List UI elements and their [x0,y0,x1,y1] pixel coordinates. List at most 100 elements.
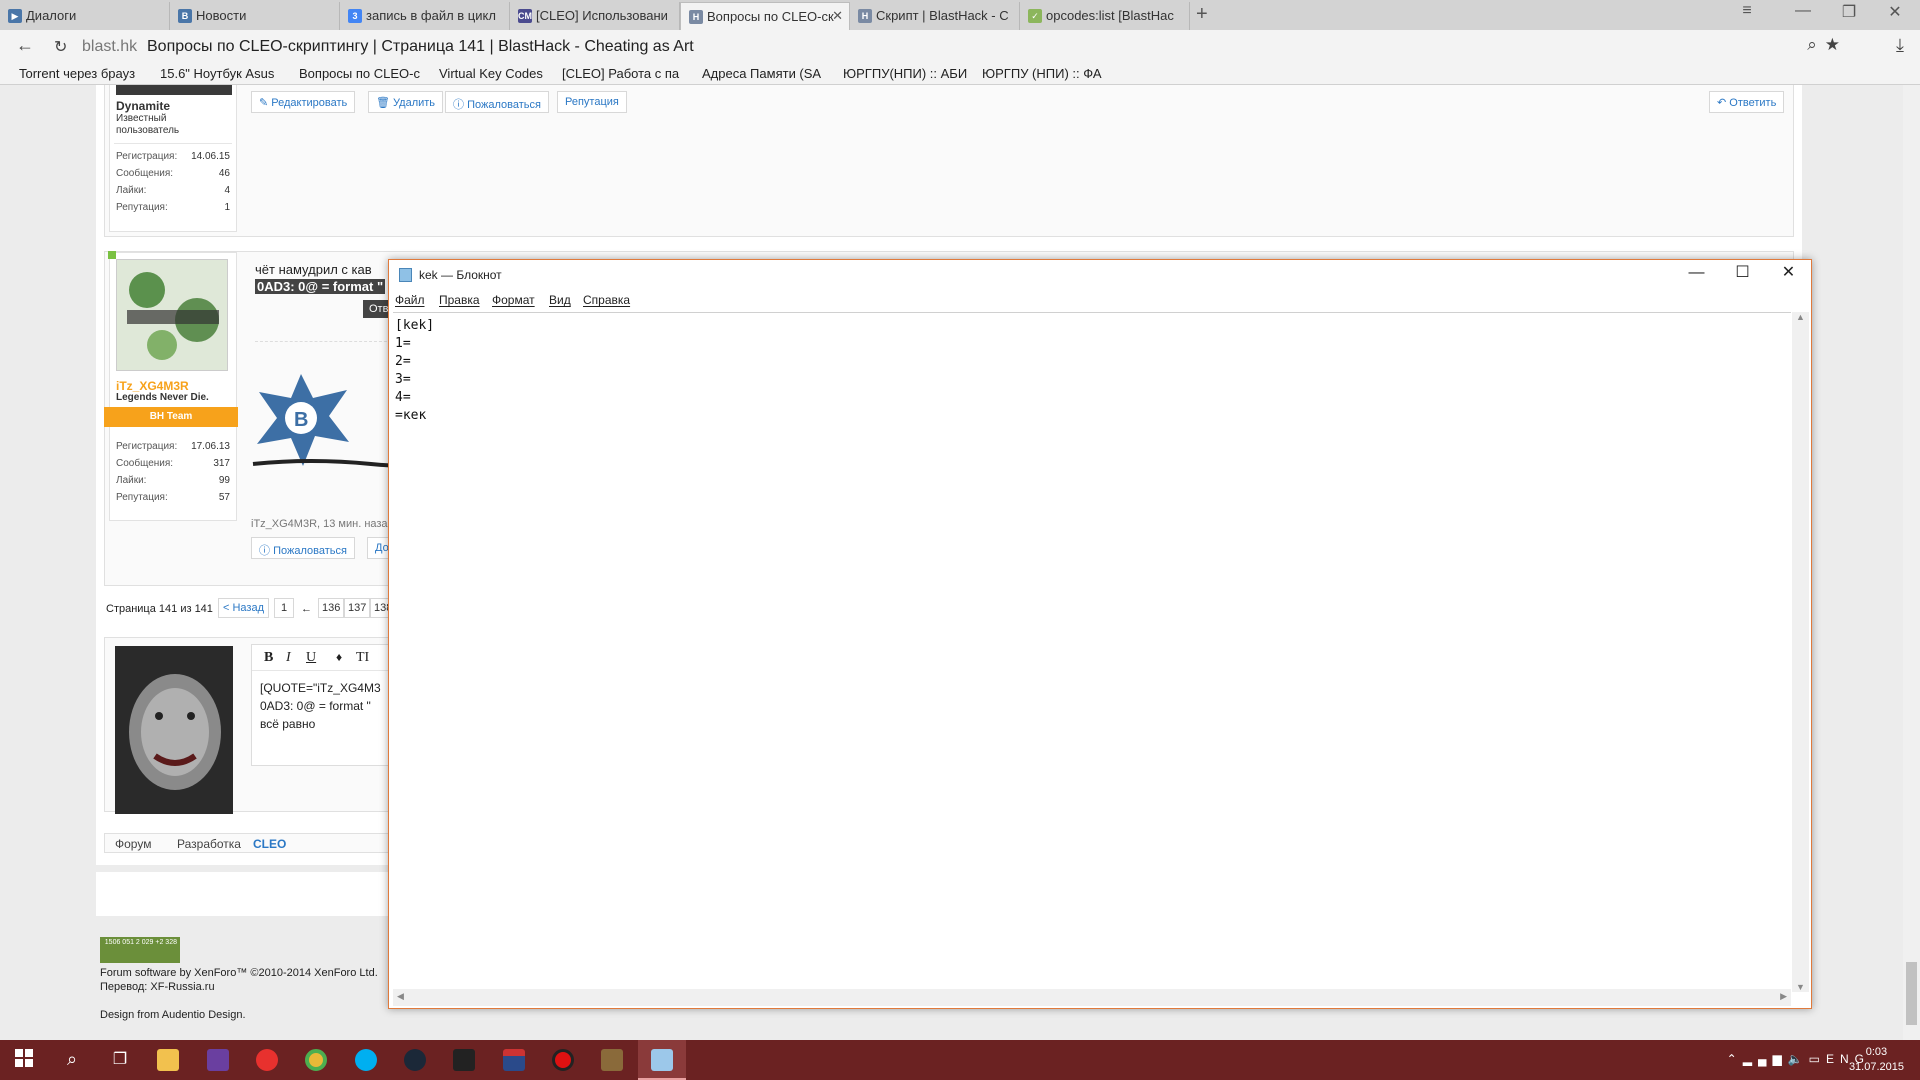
bookmark-item[interactable]: ЮРГПУ(НПИ) :: АБИ [843,66,970,81]
scrollbar-thumb[interactable] [1906,962,1917,1025]
bookmark-item[interactable]: Адреса Памяти (SA [702,66,828,81]
close-icon[interactable]: ✕ [832,8,843,24]
game-icon[interactable] [440,1040,488,1080]
footer-copyright[interactable]: Forum software by XenForo™ ©2010-2014 Xe… [100,967,378,979]
close-icon[interactable]: ✕ [1872,2,1918,22]
notepad-horizontal-scrollbar[interactable]: ◀ ▶ [393,989,1791,1006]
clock[interactable]: 0:03 31.07.2015 [1849,1045,1904,1075]
maximize-icon[interactable]: ☐ [1720,262,1765,288]
tab-script[interactable]: H Скрипт | BlastHack - C [850,2,1020,30]
stat-label: Репутация: [116,202,168,213]
bookmark-item[interactable]: [CLEO] Работа с па [562,66,690,81]
visual-studio-icon[interactable] [194,1040,242,1080]
page-link[interactable]: 137 [344,598,371,618]
minimize-icon[interactable]: — [1780,2,1826,20]
address-domain[interactable]: blast.hk [82,38,137,56]
page-scrollbar[interactable] [1903,85,1920,1040]
forum-post: Dynamite Известный пользователь Регистра… [104,85,1794,237]
yandex-icon[interactable] [243,1040,291,1080]
download-icon[interactable]: ⤓ [1896,35,1904,56]
edit-button[interactable]: ✎ Редактировать [251,91,356,113]
vk-icon: ▶ [8,9,22,23]
editor-line: [QUOTE="iTz_XG4M3 [260,681,381,695]
steam-icon[interactable] [391,1040,439,1080]
flag-icon[interactable] [490,1040,538,1080]
notepad-vertical-scrollbar[interactable]: ▲ ▼ [1792,312,1809,992]
report-button[interactable]: ⓘ Пожаловаться [251,537,355,559]
search-icon[interactable]: ⌕ [1807,35,1825,54]
breadcrumb-item[interactable]: CLEO [253,837,286,851]
bookmark-item[interactable]: Virtual Key Codes [439,66,551,81]
volume-icon[interactable]: 🔈 [1788,1052,1809,1066]
bold-icon[interactable]: B [264,650,273,666]
menu-edit[interactable]: Правка [439,293,480,307]
report-button[interactable]: ⓘ Пожаловаться [445,91,549,113]
menu-help[interactable]: Справка [583,293,630,307]
prev-page-button[interactable]: < Назад [218,598,269,618]
reload-icon[interactable]: ↻ [54,37,67,57]
italic-icon[interactable]: I [286,650,291,666]
tab-dialogs[interactable]: ▶ Диалоги [0,2,170,30]
color-icon[interactable]: ♦ [336,650,342,664]
back-icon[interactable]: ← [16,35,34,56]
new-tab-button[interactable]: + [1196,3,1208,26]
star-icon[interactable]: ★ [1825,35,1848,54]
tab-search[interactable]: 3 запись в файл в цикл [340,2,510,30]
search-icon[interactable]: ⌕ [48,1040,96,1080]
start-button[interactable] [0,1040,48,1080]
menu-format[interactable]: Формат [492,293,535,307]
editor-text[interactable]: [QUOTE="iTz_XG4M3 0AD3: 0@ = format " вс… [260,679,381,733]
username[interactable]: iTz_XG4M3R [116,379,189,393]
hit-counter[interactable]: 1506 051 2 029 +2 328 [100,937,180,963]
font-size-icon[interactable]: TI [356,650,369,666]
restore-icon[interactable]: ❐ [1826,2,1872,22]
footer-design[interactable]: Design from Audentio Design. [100,1009,246,1021]
page-link[interactable]: 136 [318,598,345,618]
skype-icon[interactable] [342,1040,390,1080]
avatar[interactable] [116,85,232,95]
scroll-down-icon[interactable]: ▼ [1796,982,1805,992]
bookmark-item[interactable]: Torrent через брауз [19,66,144,81]
footer-translation[interactable]: Перевод: XF-Russia.ru [100,981,215,993]
reputation-button[interactable]: Репутация [557,91,627,113]
record-icon[interactable] [539,1040,587,1080]
chrome-icon[interactable] [292,1040,340,1080]
notepad-icon[interactable] [638,1040,686,1080]
underline-icon[interactable]: U [306,650,316,666]
bookmark-item[interactable]: Вопросы по CLEO-с [299,66,425,81]
scroll-left-icon[interactable]: ◀ [397,991,404,1002]
chevron-up-icon[interactable]: ⌃ [1727,1052,1743,1066]
bookmark-item[interactable]: 15.6" Ноутбук Asus [160,66,280,81]
minimize-icon[interactable]: — [1674,264,1719,290]
tab-label: opcodes:list [BlastHac [1046,8,1174,23]
notepad-text-area[interactable]: [kek] 1= 2= 3= 4= =кек [393,312,1791,988]
trash-icon: 🗑 [376,97,394,109]
address-page-title[interactable]: Вопросы по CLEO-скриптингу | Страница 14… [147,38,694,56]
tab-cleo-usage[interactable]: CM [CLEO] Использовани [510,2,680,30]
notification-icon[interactable]: ▭ [1809,1052,1826,1066]
tab-opcodes[interactable]: ✓ opcodes:list [BlastHac [1020,2,1190,30]
breadcrumb-item[interactable]: Разработка [177,837,241,851]
avatar[interactable] [115,646,233,814]
gta-icon[interactable] [588,1040,636,1080]
page-link[interactable]: 1 [274,598,295,618]
task-view-icon[interactable]: ❐ [96,1040,144,1080]
close-icon[interactable]: ✕ [1766,262,1811,288]
tab-label: [CLEO] Использовани [536,8,668,23]
username[interactable]: Dynamite [116,99,170,113]
tab-cleo-questions[interactable]: H Вопросы по CLEO-ск ✕ [680,2,850,30]
bookmark-item[interactable]: ЮРГПУ (НПИ) :: ФА [982,66,1107,81]
scroll-up-icon[interactable]: ▲ [1796,312,1805,322]
menu-icon[interactable]: ≡ [1724,2,1770,20]
reply-button[interactable]: ↶ Ответить [1709,91,1785,113]
breadcrumb-item[interactable]: Форум [115,837,151,851]
menu-view[interactable]: Вид [549,293,571,307]
menu-file[interactable]: Файл [395,293,425,307]
notepad-titlebar[interactable]: kek — Блокнот — ☐ ✕ [389,260,1811,290]
tab-news[interactable]: B Новости [170,2,340,30]
network-icon[interactable]: ▂▄▆ [1743,1052,1788,1066]
explorer-icon[interactable] [144,1040,192,1080]
delete-button[interactable]: 🗑 Удалить [368,91,444,113]
scroll-right-icon[interactable]: ▶ [1780,991,1787,1002]
avatar[interactable] [116,259,228,371]
